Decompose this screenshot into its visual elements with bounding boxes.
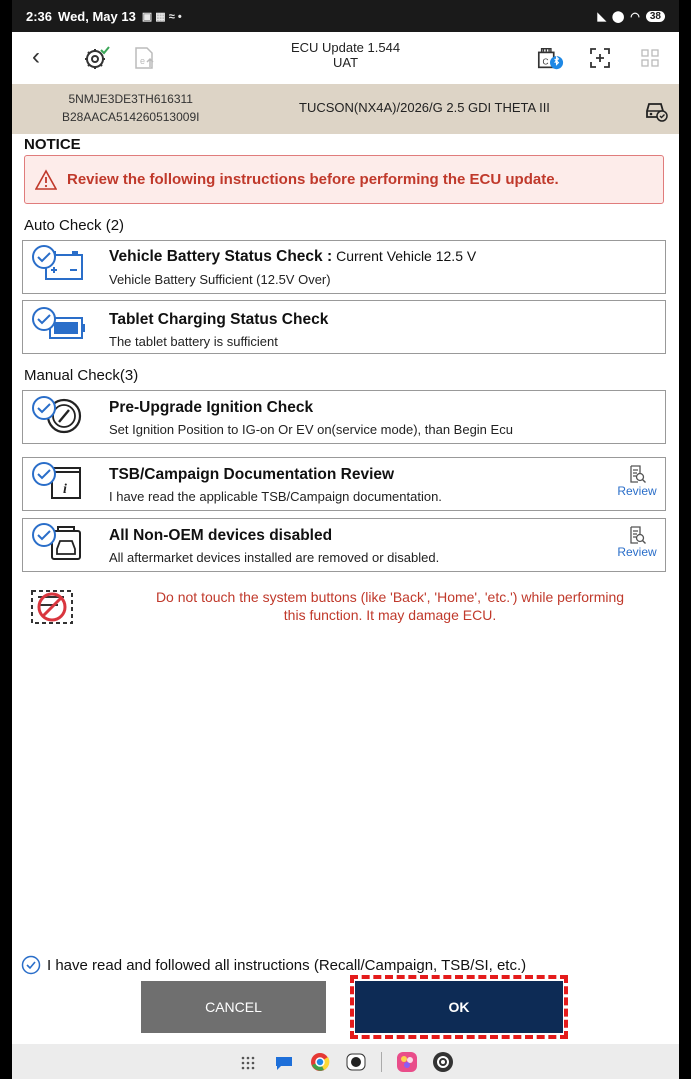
check-circle-icon[interactable] (21, 955, 41, 975)
aftermarket-device-icon (32, 523, 81, 560)
gallery-app-icon[interactable] (396, 1051, 418, 1073)
non-oem-review-label: Review (617, 545, 657, 559)
non-oem-devices-card[interactable]: All Non-OEM devices disabled All afterma… (22, 518, 666, 572)
document-info-icon: i (32, 462, 81, 499)
app-drawer-icon[interactable] (237, 1051, 259, 1073)
system-navigation-bar (12, 1044, 679, 1079)
wifi-icon: ◠ (630, 10, 640, 23)
document-search-icon (630, 526, 646, 544)
upload-document-icon[interactable]: e (130, 44, 158, 72)
ok-button[interactable]: OK (355, 981, 563, 1033)
battery-indicator: 38 (645, 10, 665, 22)
tablet-check-detail: The tablet battery is sufficient (109, 334, 278, 349)
chrome-app-icon[interactable] (309, 1051, 331, 1073)
battery-check-title: Vehicle Battery Status Check : (109, 248, 333, 265)
back-button[interactable]: ‹ (32, 42, 40, 72)
svg-text:i: i (63, 482, 67, 497)
svg-text:e: e (140, 56, 145, 66)
grid-menu-icon[interactable] (636, 44, 664, 72)
non-oem-detail: All aftermarket devices installed are re… (109, 550, 440, 565)
confirmation-text: I have read and followed all instruction… (47, 956, 527, 974)
status-date: Wed, May 13 (58, 8, 136, 24)
notice-message: Review the following instructions before… (67, 171, 559, 188)
instructions-confirmation[interactable]: I have read and followed all instruction… (21, 955, 526, 975)
screen-capture-icon[interactable] (586, 44, 614, 72)
signal-icon: ◣ (597, 10, 606, 23)
tsb-review-detail: I have read the applicable TSB/Campaign … (109, 489, 442, 504)
battery-voltage: Current Vehicle 12.5 V (336, 248, 477, 264)
app-toolbar: ‹ e ECU Update 1.544 UAT C (12, 32, 679, 84)
warning-text: Do not touch the system buttons (like 'B… (155, 589, 625, 623)
vehicle-model: TUCSON(NX4A)/2026/G 2.5 GDI THETA III (299, 100, 550, 115)
ecu-settings-icon[interactable] (82, 44, 110, 72)
notice-heading: NOTICE (24, 136, 81, 153)
tsb-review-title: TSB/Campaign Documentation Review (109, 466, 395, 483)
svg-text:C: C (543, 57, 549, 67)
vehicle-info-bar: 5NMJE3DE3TH616311 B28AACA514260513009I T… (12, 84, 679, 134)
status-bar: 2:36 Wed, May 13 ▣ ▦ ≈ • ◣ ⬤ ◠ 38 (12, 0, 679, 32)
tablet-charging-card: Tablet Charging Status Check The tablet … (22, 300, 666, 354)
location-icon: ⬤ (611, 10, 625, 23)
notification-icons: ▣ ▦ ≈ • (141, 10, 182, 23)
document-search-icon (630, 465, 646, 483)
manual-check-heading: Manual Check(3) (24, 367, 139, 384)
vci-bluetooth-icon[interactable]: C (536, 44, 564, 72)
tablet-check-title: Tablet Charging Status Check (109, 311, 329, 328)
dock-divider (381, 1051, 382, 1072)
app-screen: 2:36 Wed, May 13 ▣ ▦ ≈ • ◣ ⬤ ◠ 38 ‹ e EC… (12, 0, 679, 1079)
ignition-check-detail: Set Ignition Position to IG-on Or EV on(… (109, 422, 513, 437)
environment-label: UAT (332, 55, 359, 70)
tablet-battery-check-icon (32, 307, 85, 339)
tsb-review-button[interactable]: Review (617, 464, 657, 498)
notice-banner: Review the following instructions before… (24, 155, 664, 204)
cancel-button[interactable]: CANCEL (141, 981, 326, 1033)
battery-check-card: Vehicle Battery Status Check : Current Ve… (22, 240, 666, 294)
ecu-identifier: B28AACA514260513009I (62, 110, 200, 124)
vehicle-check-icon[interactable] (643, 96, 669, 122)
messages-app-icon[interactable] (273, 1051, 295, 1073)
ignition-check-card[interactable]: Pre-Upgrade Ignition Check Set Ignition … (22, 390, 666, 444)
no-touch-warning-icon (31, 590, 73, 624)
tsb-review-label: Review (617, 484, 657, 498)
ignition-key-icon (32, 396, 82, 434)
vin-number: 5NMJE3DE3TH616311 (68, 92, 193, 106)
auto-check-heading: Auto Check (2) (24, 217, 125, 234)
settings-app-icon[interactable] (432, 1051, 454, 1073)
page-title: ECU Update 1.544 (290, 40, 401, 55)
status-time: 2:36 (26, 8, 53, 24)
ignition-check-title: Pre-Upgrade Ignition Check (109, 399, 314, 416)
battery-check-detail: Vehicle Battery Sufficient (12.5V Over) (109, 272, 331, 287)
system-button-warning: Do not touch the system buttons (like 'B… (22, 585, 666, 635)
non-oem-review-button[interactable]: Review (617, 525, 657, 559)
camera-app-icon[interactable] (345, 1051, 367, 1073)
vehicle-battery-check-icon (32, 245, 83, 280)
warning-triangle-icon (35, 168, 57, 190)
non-oem-title: All Non-OEM devices disabled (109, 527, 333, 544)
tsb-review-card[interactable]: i TSB/Campaign Documentation Review I ha… (22, 457, 666, 511)
